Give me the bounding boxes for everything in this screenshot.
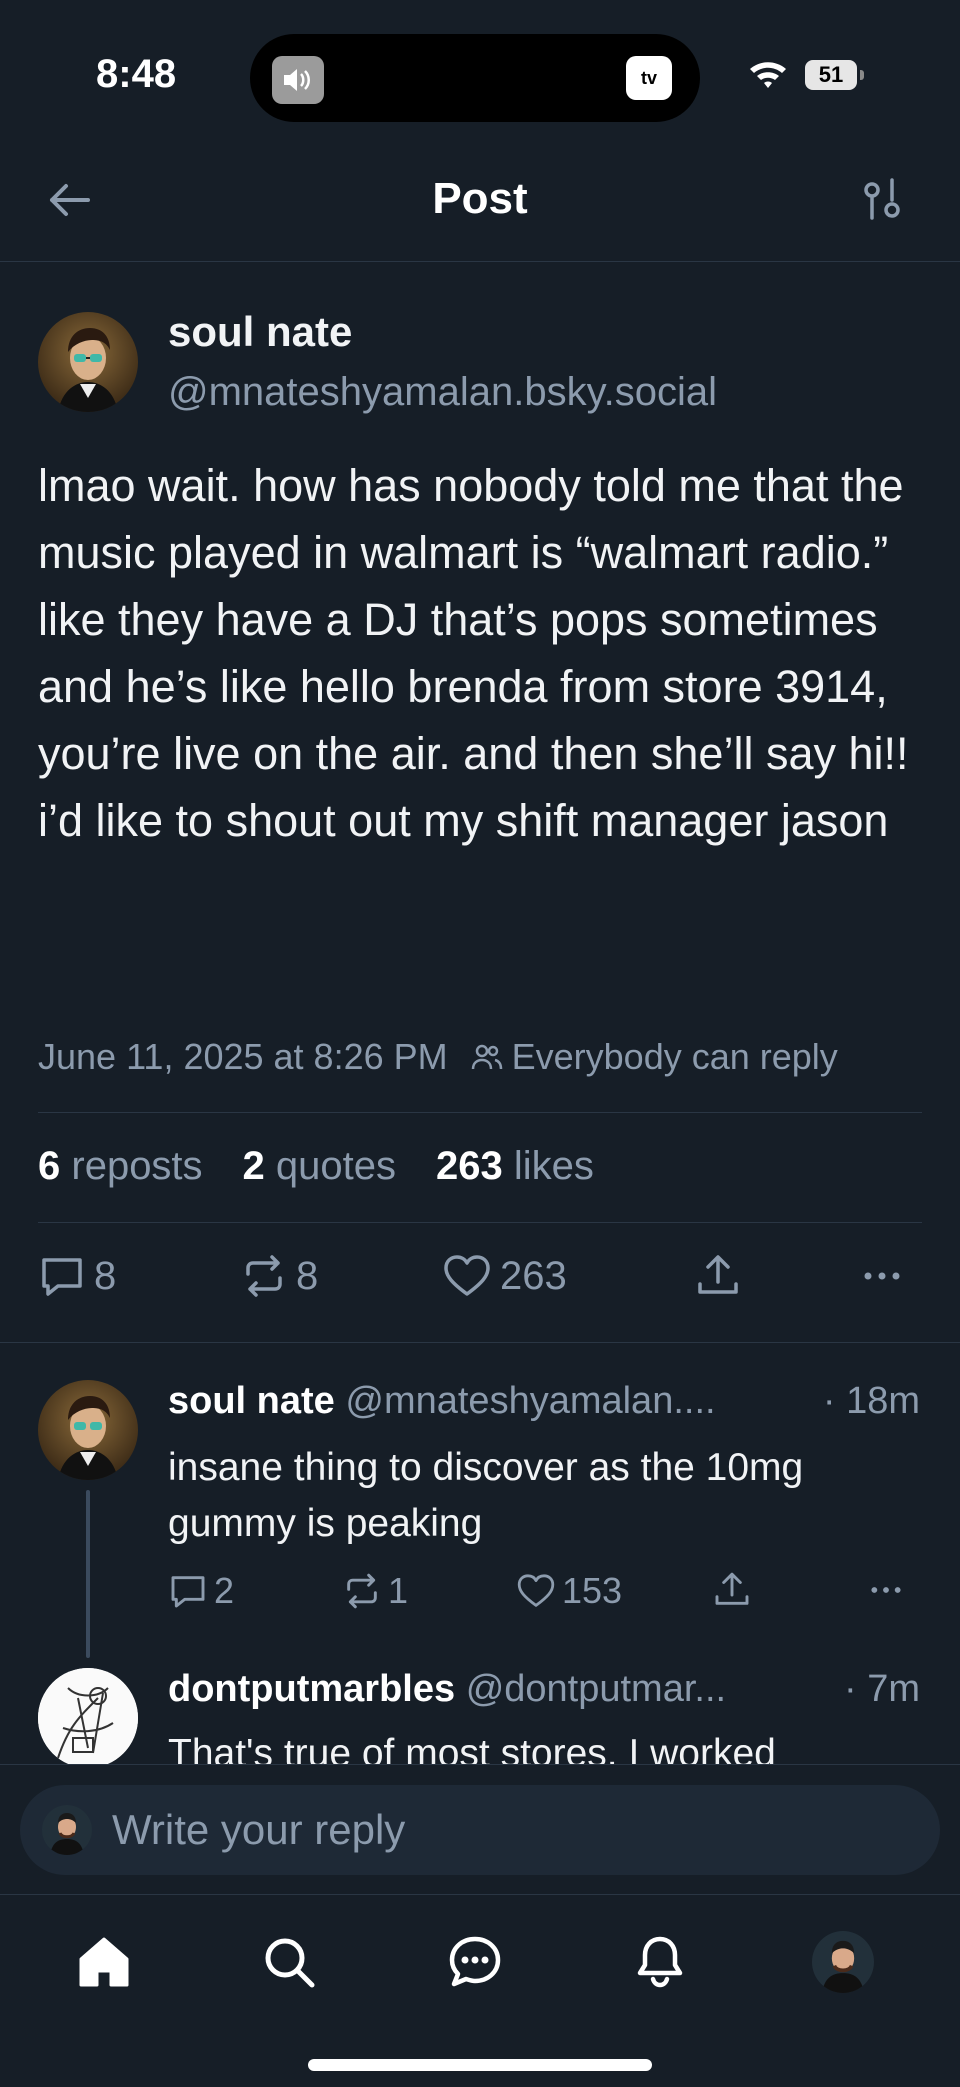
author-name[interactable]: soul nate xyxy=(168,308,352,356)
reply-composer-area: Write your reply xyxy=(0,1764,960,1894)
nav-notifications[interactable] xyxy=(625,1927,695,1997)
bottom-nav xyxy=(0,1894,960,2087)
repost-count: 8 xyxy=(296,1253,319,1298)
repost-button[interactable]: 8 xyxy=(240,1252,318,1300)
profile-avatar xyxy=(812,1931,874,1993)
like-count: 263 xyxy=(500,1253,567,1298)
reply-like-count: 153 xyxy=(562,1570,623,1611)
bell-icon xyxy=(637,1936,683,1988)
more-options-button[interactable] xyxy=(858,1252,914,1300)
wifi-icon xyxy=(748,58,788,95)
reply-avatar[interactable] xyxy=(38,1668,138,1768)
likes-label: likes xyxy=(513,1144,594,1188)
reply-author-handle: @dontputmar... xyxy=(465,1668,727,1710)
my-avatar xyxy=(42,1805,92,1855)
reply-author-name: dontputmarbles xyxy=(168,1668,456,1710)
ellipsis-icon xyxy=(871,1587,901,1593)
reply-input[interactable]: Write your reply xyxy=(20,1785,940,1875)
post-stats: 6 reposts 2 quotes 263 likes xyxy=(38,1144,594,1189)
reply-reply-button[interactable]: 2 xyxy=(168,1570,234,1612)
post-text: lmao wait. how has nobody told me that t… xyxy=(38,460,909,846)
chat-icon xyxy=(449,1936,501,1987)
status-time: 8:48 xyxy=(96,52,177,96)
reply-more-button[interactable] xyxy=(866,1570,912,1610)
likes-count: 263 xyxy=(436,1144,503,1188)
status-bar: 8:48 tv 51 xyxy=(0,0,960,130)
apple-tv-icon: tv xyxy=(626,56,672,100)
page-header: Post xyxy=(0,140,960,262)
author-avatar[interactable] xyxy=(38,312,138,412)
nav-chat[interactable] xyxy=(440,1927,510,1997)
reply-setting[interactable]: Everybody can reply xyxy=(512,1036,838,1078)
reply-button[interactable]: 8 xyxy=(38,1252,116,1300)
post-actions: 8 8 263 xyxy=(38,1252,922,1308)
reply-time: · 7m xyxy=(844,1668,920,1710)
repost-arrows-icon xyxy=(246,1255,282,1297)
thread-line xyxy=(86,1490,90,1658)
reply-text: That's true of most stores. I worked xyxy=(168,1732,776,1764)
reply-repost-button[interactable]: 1 xyxy=(342,1570,408,1612)
reply-placeholder: Write your reply xyxy=(112,1806,406,1853)
divider xyxy=(38,1222,922,1223)
share-button[interactable] xyxy=(694,1252,750,1300)
ellipsis-icon xyxy=(864,1272,900,1280)
tv-label: tv xyxy=(640,68,657,88)
likes-stat[interactable]: 263 likes xyxy=(436,1144,594,1189)
heart-icon xyxy=(444,1255,490,1296)
reposts-label: reposts xyxy=(71,1144,203,1188)
post-meta: June 11, 2025 at 8:26 PM Everybody can r… xyxy=(38,1036,838,1078)
like-button[interactable]: 263 xyxy=(442,1252,567,1300)
reply-time: · 18m xyxy=(822,1380,920,1422)
volume-icon xyxy=(272,56,324,104)
reposts-stat[interactable]: 6 reposts xyxy=(38,1144,203,1189)
reply-repost-count: 1 xyxy=(388,1570,409,1611)
sliders-icon xyxy=(864,178,900,220)
reply-like-button[interactable]: 153 xyxy=(516,1570,622,1612)
share-upload-icon xyxy=(698,1255,738,1294)
reply-header[interactable]: soul nate @mnateshyamalan.... xyxy=(168,1380,716,1423)
nav-home[interactable] xyxy=(69,1927,139,1997)
people-icon xyxy=(471,1044,502,1070)
reply-count: 8 xyxy=(94,1253,117,1298)
author-handle[interactable]: @mnateshyamalan.bsky.social xyxy=(168,370,717,415)
section-divider xyxy=(0,1342,960,1343)
reply-author-handle: @mnateshyamalan.... xyxy=(345,1380,716,1422)
reply-reply-count: 2 xyxy=(214,1570,235,1611)
reply-author-name: soul nate xyxy=(168,1380,335,1422)
post-timestamp: June 11, 2025 at 8:26 PM xyxy=(38,1036,448,1077)
repost-arrows-icon xyxy=(347,1573,377,1609)
search-icon xyxy=(265,1938,315,1988)
nav-search[interactable] xyxy=(254,1927,324,1997)
quotes-label: quotes xyxy=(275,1144,397,1188)
divider xyxy=(38,1112,922,1113)
quotes-stat[interactable]: 2 quotes xyxy=(243,1144,396,1189)
reposts-count: 6 xyxy=(38,1144,61,1188)
reply-avatar[interactable] xyxy=(38,1380,138,1480)
quotes-count: 2 xyxy=(242,1144,265,1188)
battery-indicator: 51 xyxy=(805,60,864,90)
reply-share-button[interactable] xyxy=(712,1570,758,1610)
heart-icon xyxy=(517,1574,555,1607)
speech-bubble-icon xyxy=(171,1576,205,1608)
page-title: Post xyxy=(432,174,528,223)
reply-header[interactable]: dontputmarbles @dontputmar... xyxy=(168,1668,726,1711)
home-icon xyxy=(79,1937,129,1987)
nav-profile[interactable] xyxy=(808,1927,878,1997)
reply-actions: 2 1 153 xyxy=(168,1570,922,1616)
thread-options-button[interactable] xyxy=(860,176,904,224)
speech-bubble-icon xyxy=(42,1258,82,1296)
share-upload-icon xyxy=(715,1572,749,1605)
dynamic-island: tv xyxy=(250,34,700,122)
reply-text: insane thing to discover as the 10mg gum… xyxy=(168,1446,804,1545)
home-indicator xyxy=(308,2059,652,2071)
